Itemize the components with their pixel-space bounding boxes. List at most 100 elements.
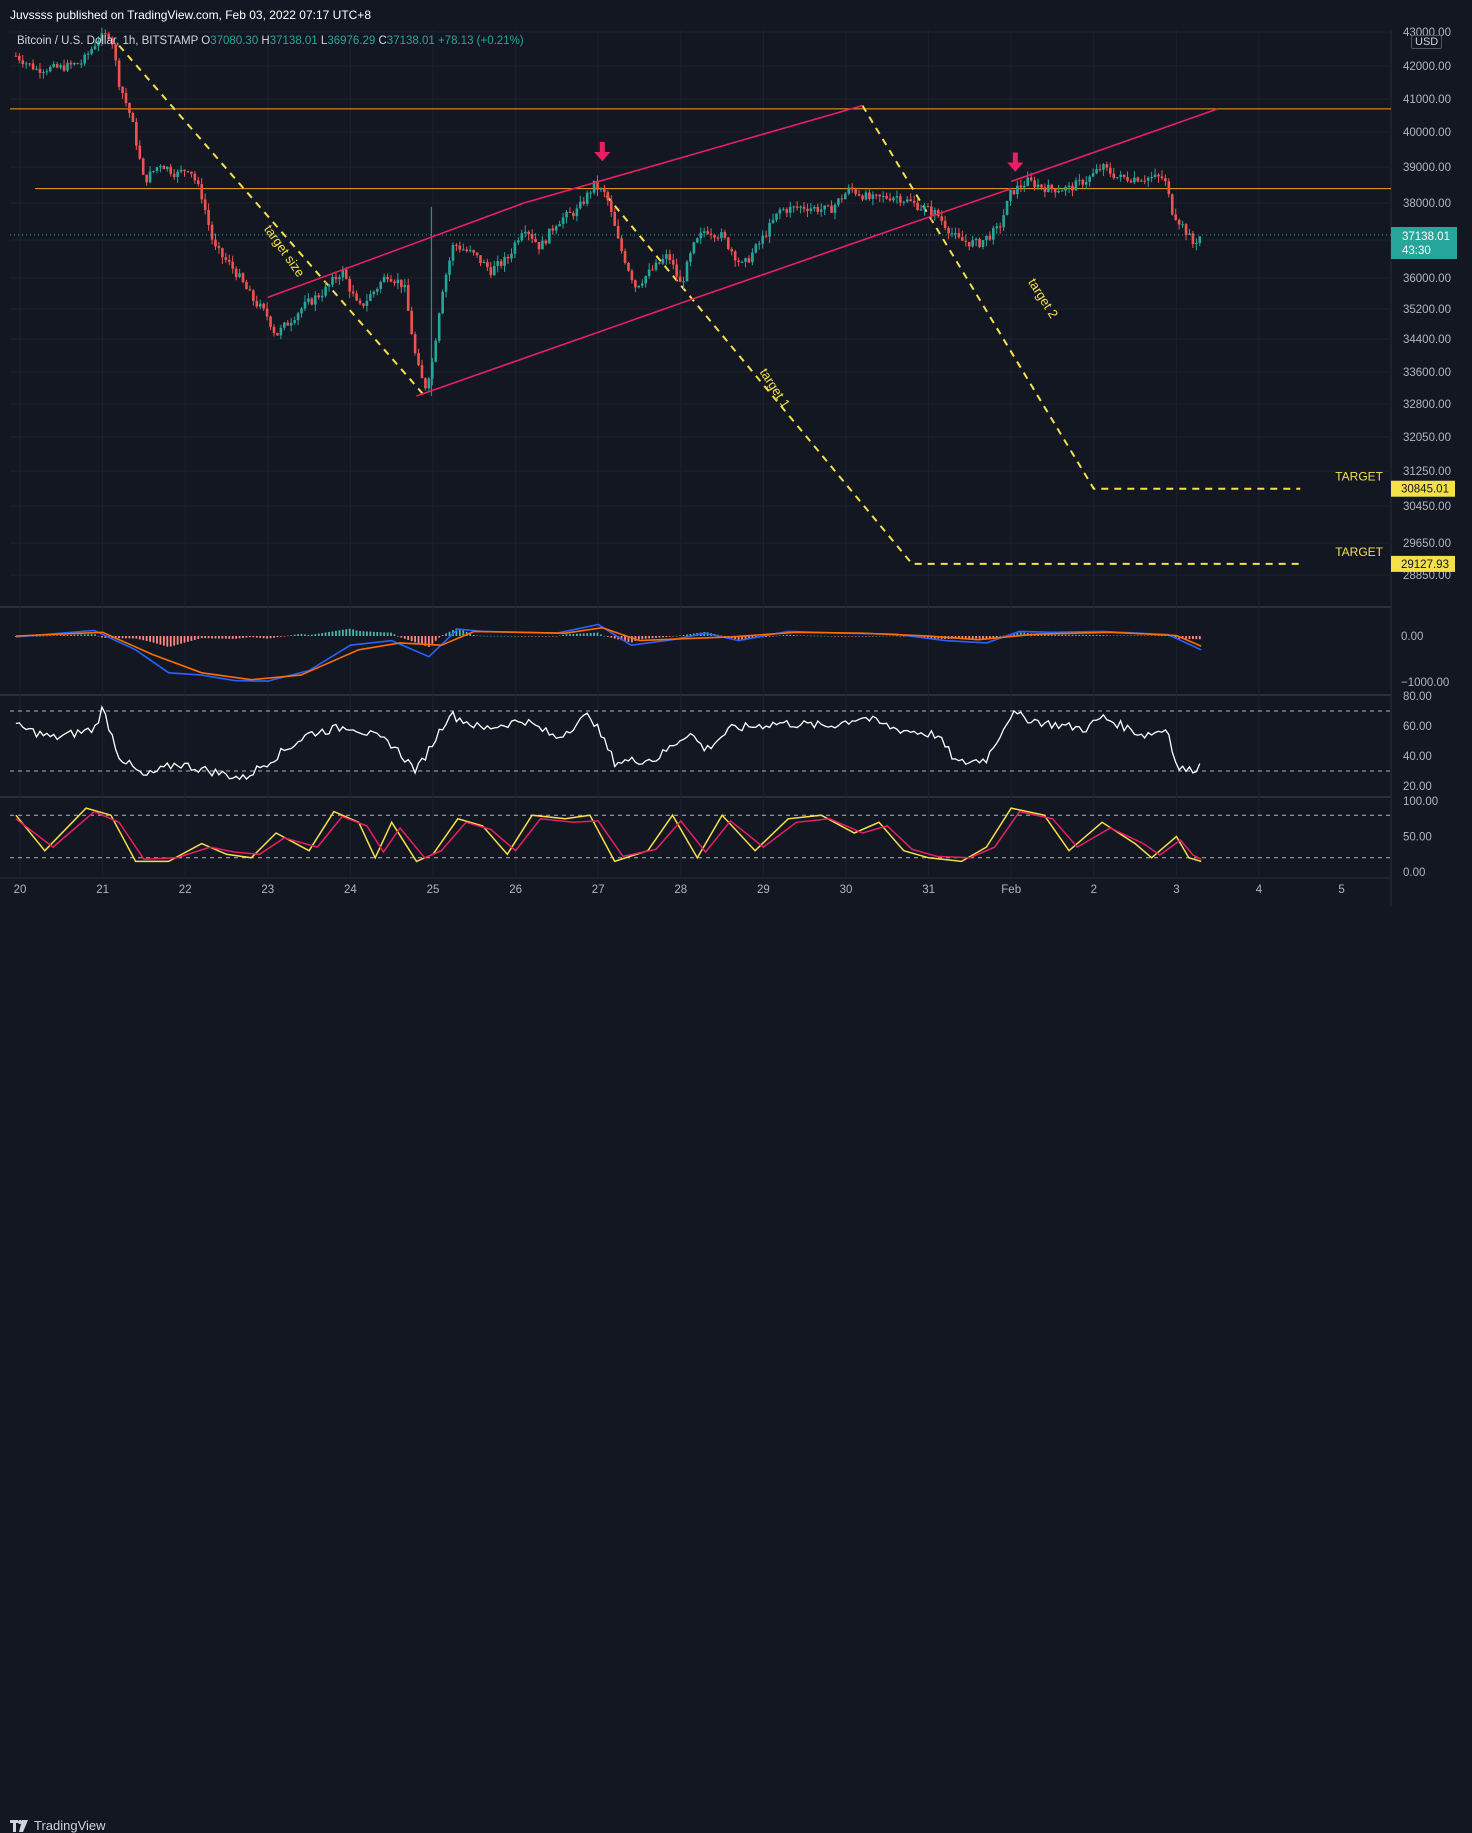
candle-body [313, 295, 317, 305]
macd-histogram-bar [809, 635, 812, 637]
currency-button[interactable]: USD [1411, 35, 1443, 49]
macd-histogram-bar [668, 636, 671, 637]
candle-body [1139, 180, 1143, 182]
macd-histogram-bar [441, 635, 444, 636]
macd-histogram-bar [359, 631, 361, 636]
candle-body [716, 237, 720, 239]
candle-body [864, 192, 868, 200]
macd-histogram-bar [472, 634, 475, 636]
candle-body [888, 198, 892, 201]
candle-body [444, 274, 448, 292]
macd-histogram-bar [548, 636, 551, 637]
macd-histogram-bar [372, 631, 375, 636]
candle-body [1016, 185, 1019, 195]
candle-body [768, 222, 771, 237]
macd-histogram-bar [538, 636, 540, 637]
candle-body [943, 220, 947, 228]
macd-histogram-bar [431, 636, 434, 644]
macd-histogram-bar [782, 635, 785, 636]
time-tick-label: 3 [1173, 884, 1179, 896]
candle-body [386, 276, 389, 280]
candle-body [916, 202, 919, 211]
macd-histogram-bar [190, 636, 193, 641]
candle-body [1071, 185, 1074, 191]
macd-histogram-bar [369, 631, 372, 636]
time-axis[interactable]: 20 21 22 23 24 25 26 27 28 29 30 31 Feb 2 3 4 5 [14, 884, 1345, 896]
price-pane[interactable]: target sizetarget 1target 2TARGETTARGET [10, 27, 1391, 565]
candle-body [1019, 185, 1023, 188]
candle-body [482, 261, 486, 264]
candle-body [238, 273, 241, 278]
macd-histogram-bar [527, 636, 530, 637]
candle-body [506, 256, 510, 259]
tradingview-logo[interactable]: TradingView [10, 1818, 106, 1833]
candle-body [809, 208, 813, 211]
candle-body [193, 173, 197, 181]
candle-body [117, 60, 121, 87]
candle-body [634, 280, 637, 288]
candle-body [241, 273, 245, 283]
close-label: C [378, 35, 387, 47]
macd-pane[interactable] [14, 623, 1202, 682]
candle-body [45, 71, 49, 73]
candle-body [520, 233, 524, 241]
candle-body [782, 209, 785, 211]
macd-histogram-bar [390, 632, 392, 636]
candle-body [400, 279, 403, 288]
price-tick-label: 31250.00 [1403, 466, 1451, 478]
macd-histogram-bar [1188, 636, 1191, 639]
stoch-tick-label: 50.00 [1403, 832, 1432, 844]
target-label: TARGET [1335, 545, 1383, 559]
price-tick-label: 35200.00 [1403, 304, 1451, 316]
candle-body [1022, 185, 1026, 188]
channel-upper-line [267, 104, 863, 299]
candle-body [231, 261, 234, 269]
candle-body [479, 255, 482, 264]
macd-histogram-bar [218, 636, 220, 639]
candle-body [1036, 184, 1040, 188]
macd-histogram-bar [806, 635, 809, 637]
time-tick-label: 22 [179, 884, 192, 896]
candle-body [28, 63, 31, 65]
macd-histogram-bar [999, 636, 1002, 637]
stoch-pane[interactable] [10, 807, 1391, 863]
macd-histogram-bar [1157, 635, 1160, 637]
macd-histogram-bar [541, 636, 544, 637]
candle-body [86, 53, 90, 55]
price-axis[interactable]: 43000.0042000.0041000.0040000.0039000.00… [1391, 27, 1457, 879]
candle-body [1026, 177, 1030, 186]
candle-body [303, 301, 307, 309]
candle-body [850, 187, 854, 190]
macd-histogram-bar [544, 636, 547, 637]
candle-body [678, 276, 682, 282]
candle-body [792, 206, 795, 208]
rsi-pane[interactable] [10, 705, 1391, 781]
macd-histogram-bar [844, 636, 847, 637]
candle-body [720, 232, 723, 239]
candle-body [1129, 180, 1133, 183]
macd-histogram-bar [149, 636, 151, 642]
candle-body [1136, 177, 1140, 182]
candle-body [1170, 194, 1174, 215]
time-tick-label: 30 [840, 884, 853, 896]
macd-histogram-bar [1050, 634, 1053, 636]
candle-body [665, 254, 668, 259]
candle-body [613, 211, 617, 226]
macd-histogram-bar [1054, 634, 1057, 636]
symbol-name[interactable]: Bitcoin / U.S. Dollar, 1h, BITSTAMP [17, 35, 198, 47]
candle-body [375, 288, 379, 292]
chart-canvas[interactable]: target sizetarget 1target 2TARGETTARGET … [0, 0, 1472, 906]
macd-histogram-bar [1078, 634, 1081, 636]
macd-histogram-bar [94, 634, 96, 636]
candle-body [172, 173, 176, 178]
candle-body [124, 93, 128, 104]
candle-body [262, 303, 265, 309]
candle-body [365, 300, 369, 306]
stoch-d-line [15, 810, 1202, 860]
candle-body [90, 49, 93, 54]
candle-body [620, 238, 623, 252]
macd-histogram-bar [768, 636, 771, 637]
candle-body [283, 322, 286, 328]
macd-histogram-bar [565, 634, 568, 636]
candle-body [1084, 181, 1088, 185]
